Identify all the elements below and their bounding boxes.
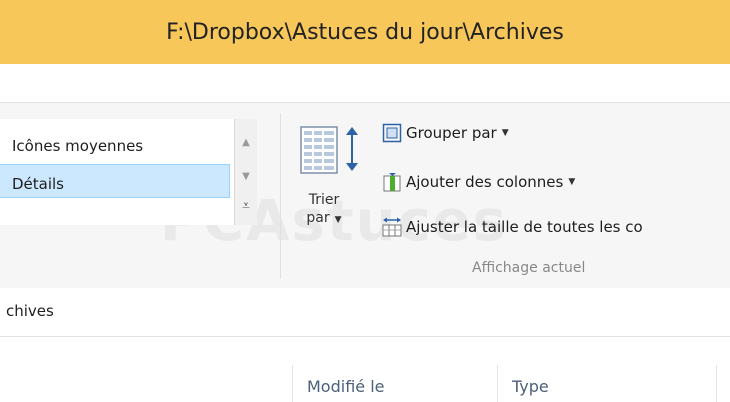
add-columns-button[interactable]: Ajouter des colonnes ▼ — [382, 170, 575, 194]
window-title: F:\Dropbox\Astuces du jour\Archives — [166, 19, 564, 45]
layout-option-label: Détails — [12, 175, 65, 193]
column-header-type[interactable]: Type — [512, 377, 549, 396]
scroll-down-icon[interactable]: ▼ — [235, 161, 257, 191]
column-divider[interactable] — [497, 365, 498, 402]
sort-label-line1: Trier — [308, 192, 340, 208]
layout-option-medium-icons[interactable]: Icônes moyennes — [0, 127, 230, 161]
gallery-scrollbar[interactable]: ▲ ▼ ⩡ — [234, 119, 257, 225]
sort-label-line2: par — [306, 210, 330, 226]
scroll-up-icon[interactable]: ▲ — [235, 127, 257, 157]
group-by-icon — [382, 123, 402, 143]
column-divider[interactable] — [292, 365, 293, 402]
sort-by-button[interactable]: Trier par ▼ — [300, 191, 348, 229]
ribbon-separator — [280, 113, 281, 279]
address-bar[interactable]: chives — [0, 288, 730, 337]
address-path: chives — [6, 302, 54, 320]
add-columns-icon — [382, 172, 402, 192]
layout-gallery: Icônes moyennes Détails — [0, 119, 234, 225]
column-divider[interactable] — [716, 365, 717, 402]
chevron-down-icon: ▼ — [334, 215, 342, 225]
column-header-modified[interactable]: Modifié le — [307, 377, 385, 396]
sort-icon[interactable] — [300, 121, 364, 185]
layout-option-details[interactable]: Détails — [0, 164, 230, 198]
size-columns-label: Ajuster la taille de toutes les co — [406, 218, 643, 236]
title-bar: F:\Dropbox\Astuces du jour\Archives — [0, 0, 730, 64]
ribbon: PCAstuces Icônes moyennes Détails ▲ ▼ ⩡ — [0, 102, 730, 290]
ribbon-group-label: Affichage actuel — [472, 260, 586, 276]
add-columns-label: Ajouter des colonnes — [406, 173, 564, 191]
layout-option-label: Icônes moyennes — [12, 137, 144, 155]
column-headers: Modifié le Type — [0, 337, 730, 402]
size-columns-icon — [382, 217, 402, 237]
layout-option-empty[interactable] — [0, 199, 230, 233]
size-columns-button[interactable]: Ajuster la taille de toutes les co — [382, 215, 643, 239]
gallery-expand-icon[interactable]: ⩡ — [235, 191, 257, 221]
chevron-down-icon: ▼ — [568, 177, 576, 187]
menu-row — [0, 64, 730, 102]
chevron-down-icon: ▼ — [501, 128, 509, 138]
group-by-label: Grouper par — [406, 124, 497, 142]
group-by-button[interactable]: Grouper par ▼ — [382, 121, 509, 145]
